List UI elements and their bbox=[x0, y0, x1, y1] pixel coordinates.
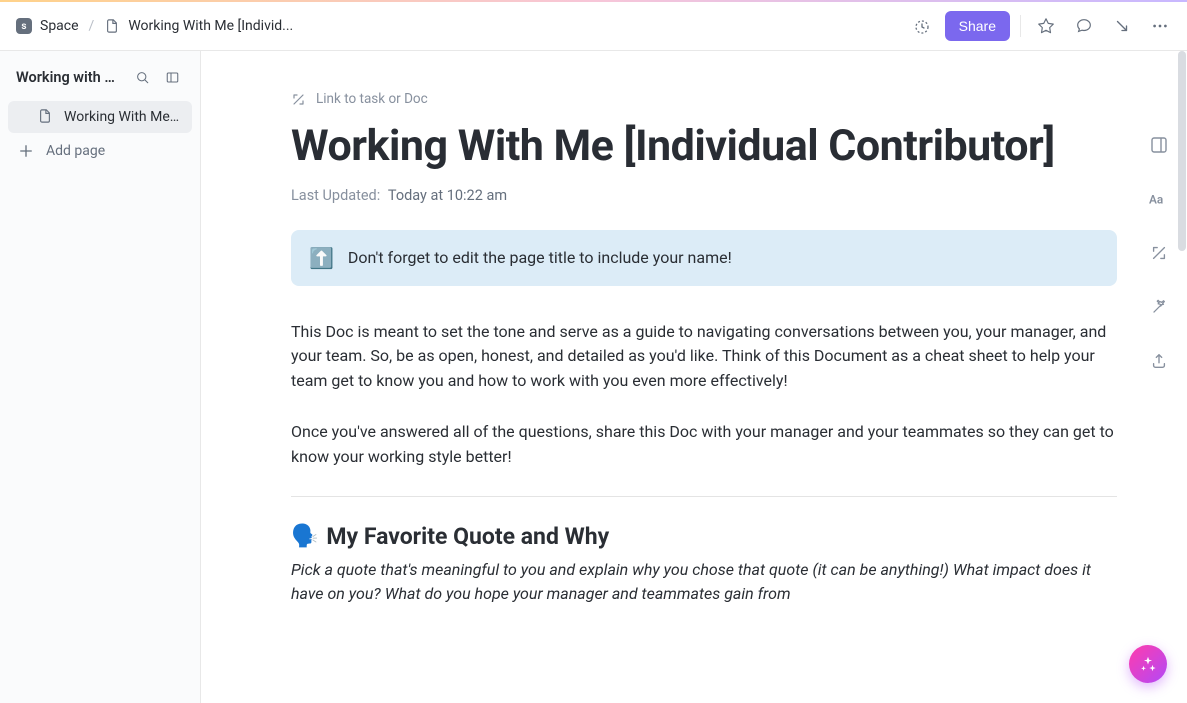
divider bbox=[1020, 15, 1021, 37]
share-button[interactable]: Share bbox=[945, 11, 1010, 41]
section-heading-quote[interactable]: 🗣️ My Favorite Quote and Why bbox=[291, 523, 1117, 550]
page-title[interactable]: Working With Me [Individual Contributor] bbox=[291, 121, 1117, 173]
divider bbox=[291, 496, 1117, 497]
sidebar-item-doc[interactable]: Working With Me ... bbox=[8, 101, 192, 133]
sidebar-item-label: Working With Me ... bbox=[64, 109, 182, 125]
sidebar-title: Working with Me... bbox=[16, 69, 124, 86]
breadcrumb-doc[interactable]: Working With Me [Individ... bbox=[104, 18, 293, 34]
plus-icon bbox=[18, 143, 34, 159]
sidebar-header: Working with Me... bbox=[8, 61, 192, 101]
collapse-icon[interactable] bbox=[1107, 11, 1137, 41]
header-actions: Share bbox=[907, 11, 1175, 41]
document-body: Link to task or Doc Working With Me [Ind… bbox=[201, 51, 1187, 607]
document-icon bbox=[104, 18, 120, 34]
callout-block[interactable]: ⬆️ Don't forget to edit the page title t… bbox=[291, 230, 1117, 286]
right-rail: Aa bbox=[1145, 131, 1173, 375]
add-page-button[interactable]: Add page bbox=[8, 133, 192, 159]
search-icon[interactable] bbox=[130, 65, 154, 89]
last-updated-value: Today at 10:22 am bbox=[388, 187, 507, 204]
star-icon[interactable] bbox=[1031, 11, 1061, 41]
typography-icon[interactable]: Aa bbox=[1145, 185, 1173, 213]
ai-wand-icon[interactable] bbox=[1145, 293, 1173, 321]
breadcrumb-space-label: Space bbox=[40, 18, 79, 34]
callout-text: Don't forget to edit the page title to i… bbox=[348, 248, 732, 267]
panel-toggle-icon[interactable] bbox=[160, 65, 184, 89]
more-icon[interactable] bbox=[1145, 11, 1175, 41]
body: Working with Me... Working With Me ... A… bbox=[0, 51, 1187, 703]
space-avatar-icon: s bbox=[16, 18, 32, 34]
breadcrumb: s Space / Working With Me [Individ... bbox=[16, 18, 895, 34]
last-updated: Last Updated: Today at 10:22 am bbox=[291, 187, 1117, 204]
scrollbar-thumb[interactable] bbox=[1178, 51, 1186, 251]
breadcrumb-space[interactable]: s Space bbox=[16, 18, 79, 34]
app-header: s Space / Working With Me [Individ... Sh… bbox=[0, 2, 1187, 51]
breadcrumb-doc-label: Working With Me [Individ... bbox=[128, 18, 293, 34]
export-icon[interactable] bbox=[1145, 347, 1173, 375]
intro-paragraph-2[interactable]: Once you've answered all of the question… bbox=[291, 420, 1117, 470]
link-to-task-button[interactable]: Link to task or Doc bbox=[291, 91, 1117, 107]
svg-text:Aa: Aa bbox=[1149, 193, 1163, 207]
last-updated-label: Last Updated: bbox=[291, 187, 380, 204]
up-arrow-emoji-icon: ⬆️ bbox=[309, 246, 334, 270]
intro-paragraph-1[interactable]: This Doc is meant to set the tone and se… bbox=[291, 320, 1117, 394]
section-heading-text: My Favorite Quote and Why bbox=[326, 523, 609, 550]
add-page-label: Add page bbox=[46, 143, 105, 159]
document-icon bbox=[38, 109, 54, 125]
comment-icon[interactable] bbox=[1069, 11, 1099, 41]
main-content: Aa Link to task or Doc Working With Me [… bbox=[201, 51, 1187, 703]
page-details-icon[interactable] bbox=[1145, 131, 1173, 159]
sidebar: Working with Me... Working With Me ... A… bbox=[0, 51, 201, 703]
section-description[interactable]: Pick a quote that's meaningful to you an… bbox=[291, 558, 1117, 608]
timer-icon[interactable] bbox=[907, 11, 937, 41]
link-to-task-label: Link to task or Doc bbox=[316, 91, 428, 107]
ai-fab-button[interactable] bbox=[1129, 645, 1167, 683]
breadcrumb-separator: / bbox=[89, 18, 95, 34]
speaking-head-emoji-icon: 🗣️ bbox=[291, 524, 318, 549]
relationships-icon[interactable] bbox=[1145, 239, 1173, 267]
